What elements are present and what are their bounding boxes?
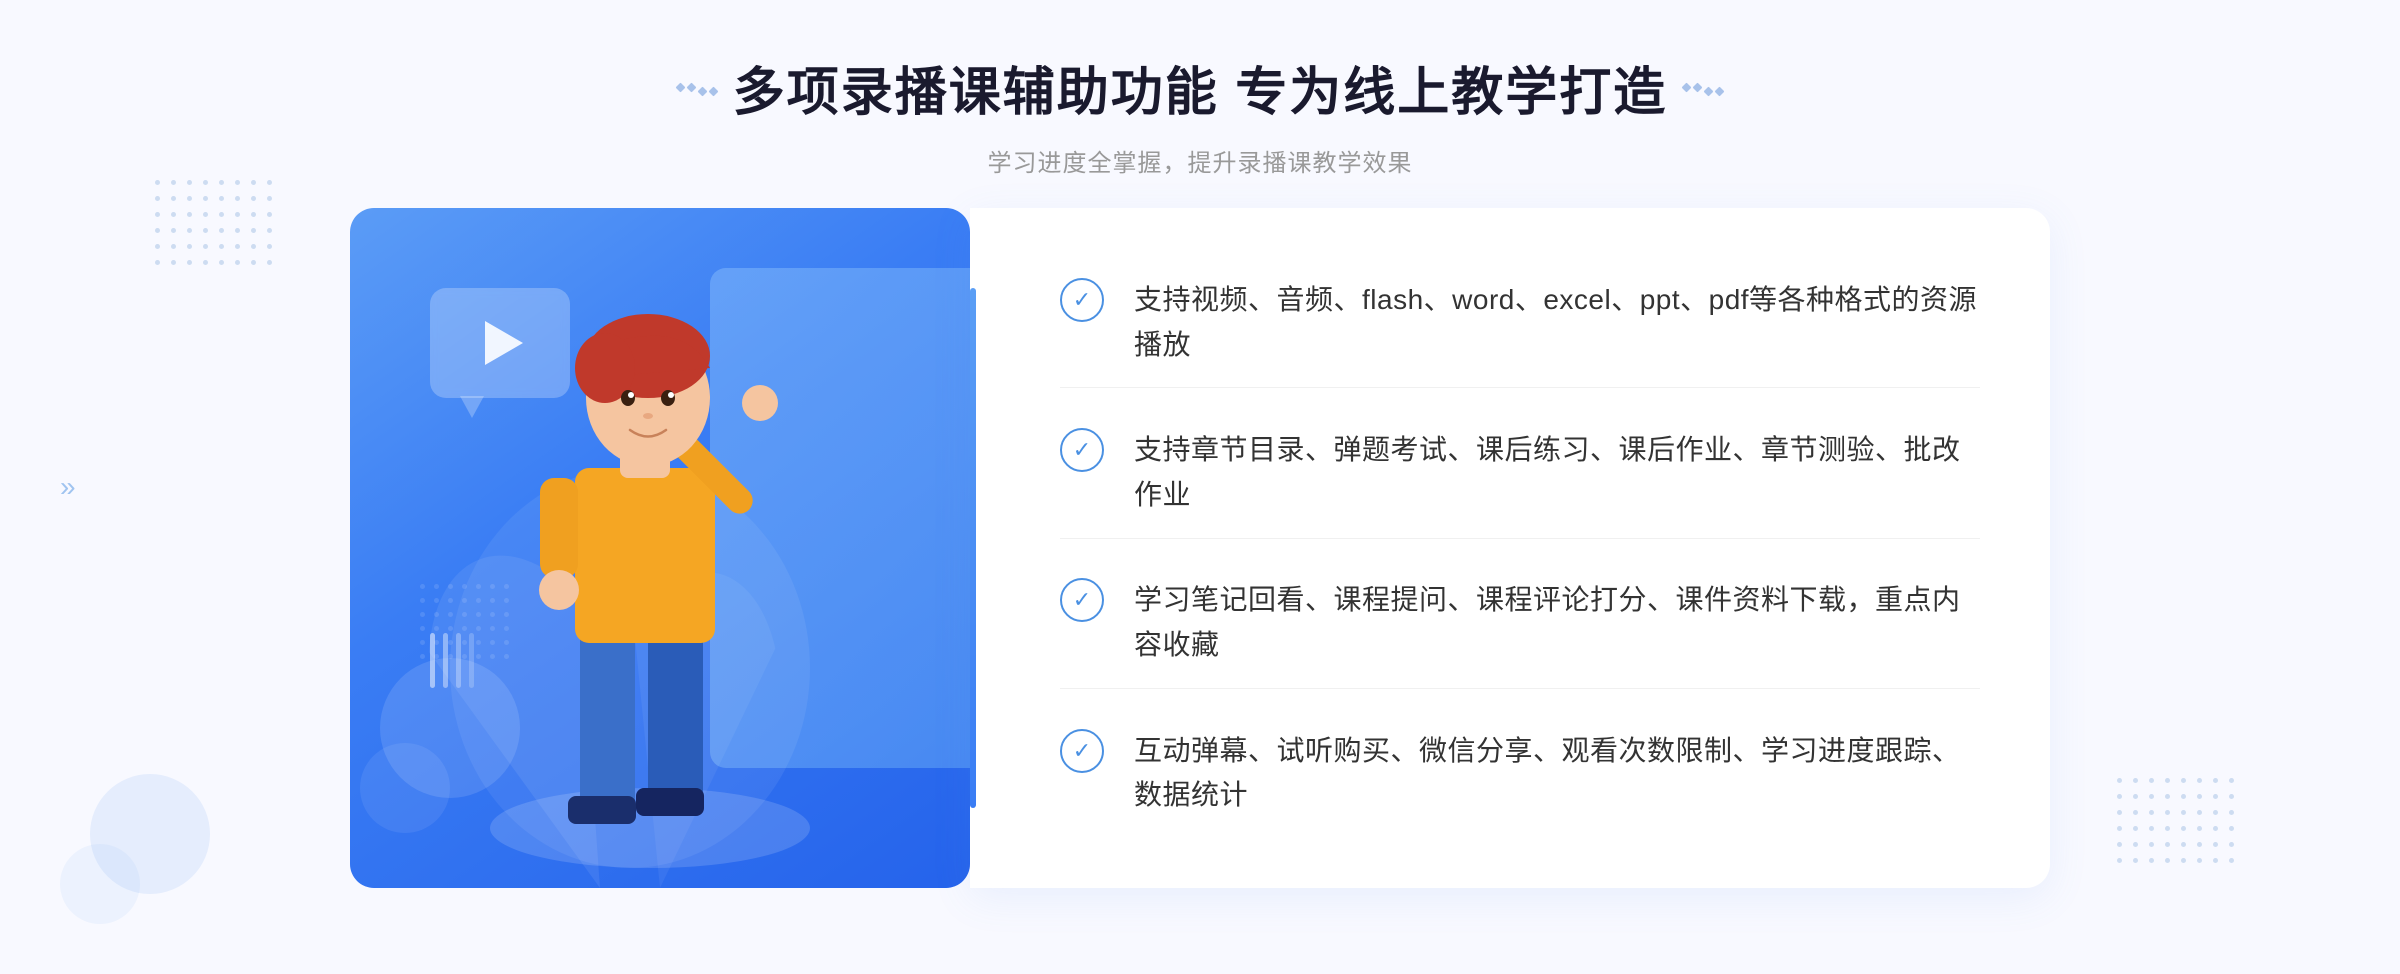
feature-text-1: 支持视频、音频、flash、word、excel、ppt、pdf等各种格式的资源… [1134,278,1980,368]
feature-item-4: ✓ 互动弹幕、试听购买、微信分享、观看次数限制、学习进度跟踪、数据统计 [1060,709,1980,839]
title-deco-left [677,80,717,95]
deco-circle-bottom-sm [360,743,450,833]
check-icon-3: ✓ [1060,578,1104,622]
feature-item-3: ✓ 学习笔记回看、课程提问、课程评论打分、课件资料下载，重点内容收藏 [1060,558,1980,689]
deco-dot-2 [686,83,696,93]
subtitle: 学习进度全掌握，提升录播课教学效果 [677,143,1723,178]
vertical-accent [970,288,976,808]
illustration-card [350,208,970,888]
feature-item-1: ✓ 支持视频、音频、flash、word、excel、ppt、pdf等各种格式的… [1060,258,1980,389]
check-icon-1: ✓ [1060,278,1104,322]
features-panel: ✓ 支持视频、音频、flash、word、excel、ppt、pdf等各种格式的… [970,208,2050,888]
bg-dots-right [2117,778,2245,874]
check-icon-2: ✓ [1060,428,1104,472]
person-illustration [410,268,890,888]
deco-dot-8 [1715,87,1725,97]
deco-dot-4 [708,87,718,97]
page-container: » 多项录播课辅助功能 专为线上教学打造 学习进度全掌握，提升录播课教学效果 [0,0,2400,974]
features-panel-wrapper: ✓ 支持视频、音频、flash、word、excel、ppt、pdf等各种格式的… [970,208,2050,888]
check-mark-2: ✓ [1073,439,1091,461]
header-section: 多项录播课辅助功能 专为线上教学打造 学习进度全掌握，提升录播课教学效果 [677,50,1723,178]
chevron-icon: » [60,470,76,504]
deco-dot-5 [1682,83,1692,93]
check-icon-4: ✓ [1060,729,1104,773]
bg-dot-pattern-tl: // dots rendered below via JS [175,165,335,270]
deco-dot-6 [1693,83,1703,93]
feature-item-2: ✓ 支持章节目录、弹题考试、课后练习、课后作业、章节测验、批改作业 [1060,408,1980,539]
deco-circle-page-left2 [60,844,140,924]
check-mark-1: ✓ [1073,289,1091,311]
feature-text-3: 学习笔记回看、课程提问、课程评论打分、课件资料下载，重点内容收藏 [1134,578,1980,668]
title-deco-right [1683,80,1723,95]
left-arrows-deco: » [60,470,76,504]
feature-text-2: 支持章节目录、弹题考试、课后练习、课后作业、章节测验、批改作业 [1134,428,1980,518]
main-title: 多项录播课辅助功能 专为线上教学打造 [677,50,1723,125]
check-mark-4: ✓ [1073,740,1091,762]
deco-dot-7 [1704,87,1714,97]
check-mark-3: ✓ [1073,589,1091,611]
deco-dot-1 [675,83,685,93]
feature-text-4: 互动弹幕、试听购买、微信分享、观看次数限制、学习进度跟踪、数据统计 [1134,729,1980,819]
content-area: ✓ 支持视频、音频、flash、word、excel、ppt、pdf等各种格式的… [350,208,2050,888]
title-text: 多项录播课辅助功能 专为线上教学打造 [733,50,1667,125]
deco-dot-3 [697,87,707,97]
